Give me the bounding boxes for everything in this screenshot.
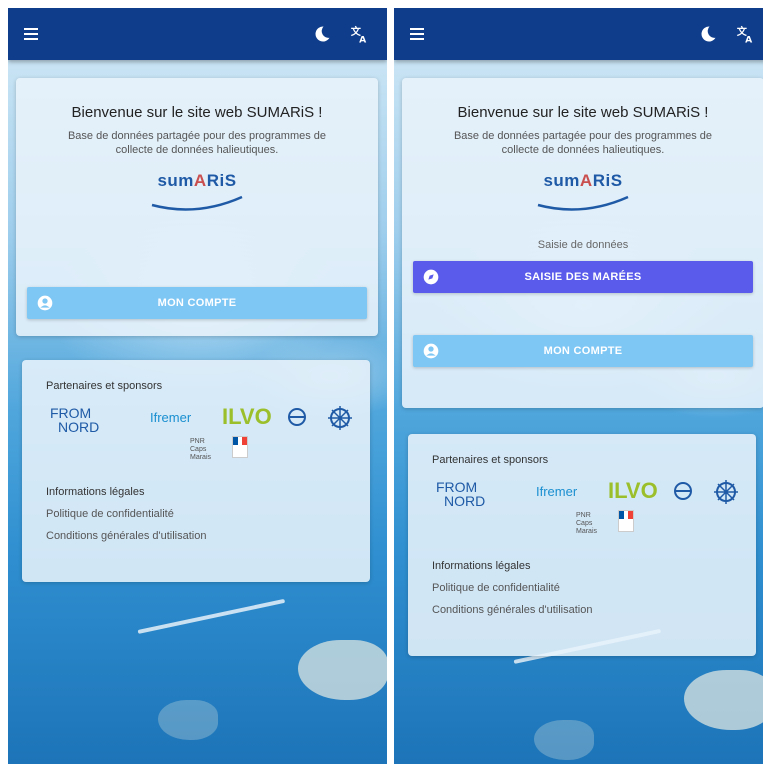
pnr-logo[interactable]: PNR Caps Marais [576,512,606,536]
nausicaa-logo[interactable] [670,480,696,506]
welcome-card: Bienvenue sur le site web SUMARiS ! Base… [402,78,763,408]
partner-logos: FROM NORD Ifremer ILVO PNR Caps Marais [46,400,370,468]
ilvo-logo[interactable]: ILVO [222,404,272,430]
legal-title: Informations légales [46,486,145,498]
republique-francaise-logo[interactable] [618,510,634,532]
screen-right: 文A Bienvenue sur le site web SUMARiS ! B… [394,8,763,764]
logo-text: sum [157,171,194,190]
sumaris-logo: sumARiS [528,171,638,221]
from-nord-line: NORD [444,493,486,509]
logo-wave-icon [537,195,629,211]
ifremer-logo[interactable]: Ifremer [536,484,577,499]
fish-image [684,670,763,730]
privacy-link[interactable]: Politique de confidentialité [46,508,370,520]
data-entry-label: Saisie de données [537,239,629,251]
logo-wordmark: sumARiS [528,171,638,191]
translate-icon[interactable]: 文A [347,21,373,47]
from-nord-line: NORD [58,419,100,435]
logo-wave-icon [151,195,243,211]
translate-icon[interactable]: 文A [733,21,759,47]
compass-logo-icon[interactable] [712,478,740,506]
logo-text: RiS [592,171,623,190]
partners-title: Partenaires et sponsors [46,380,163,392]
compass-logo-icon[interactable] [326,404,354,432]
welcome-subtitle-line: Base de données partagée pour des progra… [453,130,713,142]
moon-icon[interactable] [695,21,721,47]
account-button-label: MON COMPTE [543,345,623,357]
info-card: Partenaires et sponsors FROM NORD Ifreme… [22,360,370,582]
fish-image [158,700,218,740]
logo-text: A [193,171,207,190]
from-nord-logo[interactable]: FROM NORD [436,480,485,508]
welcome-subtitle-line: Base de données partagée pour des progra… [67,130,327,142]
welcome-subtitle: Base de données partagée pour des progra… [16,129,378,157]
from-nord-logo[interactable]: FROM NORD [50,406,99,434]
welcome-subtitle: Base de données partagée pour des progra… [402,129,763,157]
svg-text:A: A [745,34,753,44]
partner-logos: FROM NORD Ifremer ILVO PNR Caps Marais [432,474,756,542]
logo-text: RiS [206,171,237,190]
account-circle-icon [423,343,439,359]
saisie-button-label: SAISIE DES MARÉES [524,271,642,283]
from-nord-line: FROM [50,405,92,421]
terms-link[interactable]: Conditions générales d'utilisation [46,530,370,542]
legal-title: Informations légales [432,560,531,572]
logo-text: A [579,171,593,190]
account-button-label: MON COMPTE [157,297,237,309]
saisie-marees-button[interactable]: SAISIE DES MARÉES [413,261,753,293]
pnr-logo[interactable]: PNR Caps Marais [190,438,220,462]
moon-icon[interactable] [309,21,335,47]
sumaris-logo: sumARiS [142,171,252,221]
republique-francaise-logo[interactable] [232,436,248,458]
welcome-subtitle-line: collecte de données halieutiques. [115,144,279,156]
compass-icon [423,269,439,285]
fish-image [534,720,594,760]
welcome-title: Bienvenue sur le site web SUMARiS ! [457,104,709,121]
nausicaa-logo[interactable] [284,406,310,432]
ilvo-logo[interactable]: ILVO [608,478,658,504]
logo-text: sum [543,171,580,190]
welcome-subtitle-line: collecte de données halieutiques. [501,144,665,156]
info-card: Partenaires et sponsors FROM NORD Ifreme… [408,434,756,656]
ifremer-logo[interactable]: Ifremer [150,410,191,425]
light-ray [137,598,286,634]
screen-left: 文A Bienvenue sur le site web SUMARiS ! B… [8,8,387,764]
from-nord-line: FROM [436,479,478,495]
menu-icon[interactable] [22,23,44,45]
app-bar: 文A [394,8,763,60]
account-button[interactable]: MON COMPTE [27,287,367,319]
terms-link[interactable]: Conditions générales d'utilisation [432,604,756,616]
fish-image [298,640,387,700]
logo-wordmark: sumARiS [142,171,252,191]
welcome-title: Bienvenue sur le site web SUMARiS ! [71,104,323,121]
account-button[interactable]: MON COMPTE [413,335,753,367]
welcome-card: Bienvenue sur le site web SUMARiS ! Base… [16,78,378,336]
app-bar: 文A [8,8,387,60]
partners-title: Partenaires et sponsors [432,454,549,466]
menu-icon[interactable] [408,23,430,45]
account-circle-icon [37,295,53,311]
svg-text:A: A [359,34,367,44]
privacy-link[interactable]: Politique de confidentialité [432,582,756,594]
